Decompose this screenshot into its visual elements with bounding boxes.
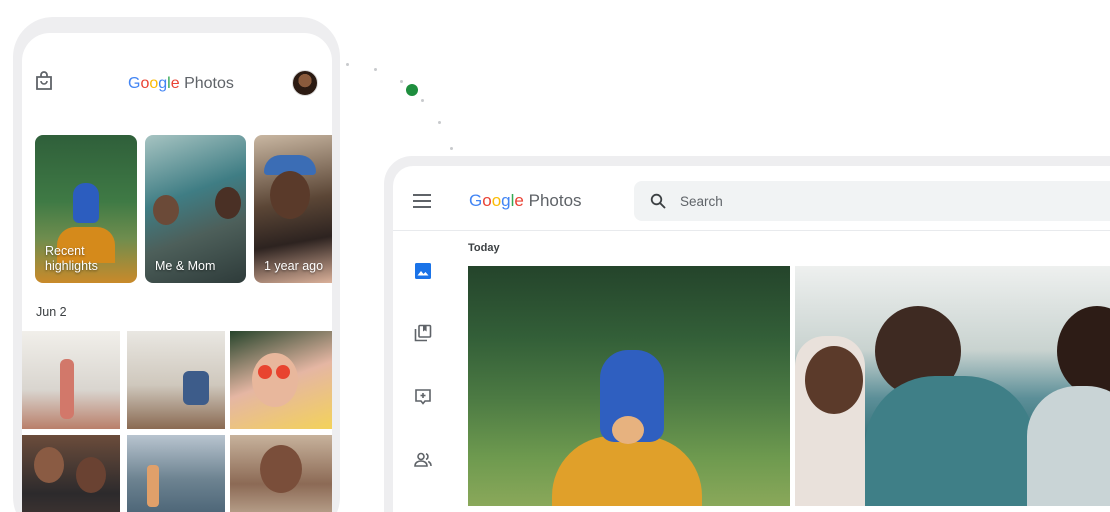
photo-figure — [612, 416, 644, 444]
albums-icon[interactable] — [414, 324, 432, 342]
search-icon[interactable] — [650, 193, 666, 209]
photo-figure — [76, 457, 106, 493]
decor-dot — [421, 99, 424, 102]
google-photos-logo[interactable]: Google Photos — [469, 191, 582, 211]
photo-figure — [252, 353, 298, 407]
photo-thumbnail[interactable] — [127, 435, 225, 512]
search-input[interactable] — [680, 191, 1080, 211]
photo-figure — [865, 376, 1035, 506]
date-section-label: Jun 2 — [36, 305, 67, 319]
decor-dot — [450, 147, 453, 150]
add-to-album-icon[interactable] — [414, 388, 432, 406]
photo-figure — [258, 365, 272, 379]
highlight-card-recent[interactable]: Recent highlights — [35, 135, 137, 283]
photo-figure — [73, 183, 99, 223]
decor-dot — [400, 80, 403, 83]
photo-figure — [552, 436, 702, 506]
highlight-label: 1 year ago — [264, 259, 324, 273]
photo-thumbnail[interactable] — [230, 331, 332, 429]
logo-letter: e — [514, 191, 524, 210]
photo-thumbnail[interactable] — [22, 435, 120, 512]
logo-product-name: Photos — [523, 191, 582, 210]
decor-dot — [346, 63, 349, 66]
photos-icon[interactable] — [414, 262, 432, 280]
highlight-label: Me & Mom — [155, 259, 216, 273]
photo-thumbnail[interactable] — [127, 331, 225, 429]
photo-figure — [34, 447, 64, 483]
photo-thumbnail[interactable] — [230, 435, 332, 512]
decor-dot — [374, 68, 377, 71]
highlight-card-one-year-ago[interactable]: 1 year ago — [254, 135, 332, 283]
highlight-label: Recent highlights — [45, 244, 98, 273]
photo-figure — [60, 359, 74, 419]
desktop-screen: Google Photos Today — [393, 166, 1110, 512]
header-divider — [393, 230, 1110, 231]
section-date-label: Today — [468, 242, 500, 254]
logo-letter: o — [482, 191, 492, 210]
highlight-card-me-mom[interactable]: Me & Mom — [145, 135, 246, 283]
logo-letter: e — [170, 75, 180, 92]
photo-tile[interactable] — [468, 266, 790, 506]
logo-letter: g — [501, 191, 511, 210]
photo-figure — [183, 371, 209, 405]
google-photos-logo: Google Photos — [128, 75, 234, 93]
green-dot — [406, 84, 418, 96]
avatar[interactable] — [292, 70, 318, 96]
logo-letter: o — [491, 191, 502, 210]
decor-dot — [438, 121, 441, 124]
photo-figure — [1057, 306, 1110, 396]
logo-letter: G — [128, 75, 141, 92]
photo-figure — [215, 187, 241, 219]
photo-figure — [260, 445, 302, 493]
photo-figure — [153, 195, 179, 225]
photo-figure — [270, 171, 310, 219]
photo-figure — [147, 465, 159, 507]
search-bar[interactable] — [634, 181, 1110, 221]
people-icon[interactable] — [414, 451, 432, 469]
shopping-bag-icon[interactable] — [35, 71, 53, 91]
photo-figure — [805, 346, 863, 414]
photo-figure — [1027, 386, 1110, 506]
menu-icon[interactable] — [413, 194, 431, 208]
logo-letter: g — [158, 75, 168, 92]
logo-letter: G — [469, 191, 483, 210]
photo-thumbnail[interactable] — [22, 331, 120, 429]
photo-tile[interactable] — [795, 266, 1110, 506]
logo-letter: o — [149, 75, 159, 92]
logo-product-name: Photos — [179, 75, 234, 92]
phone-screen: Google Photos Recent highlights Me & Mom… — [22, 33, 332, 512]
photo-figure — [276, 365, 290, 379]
